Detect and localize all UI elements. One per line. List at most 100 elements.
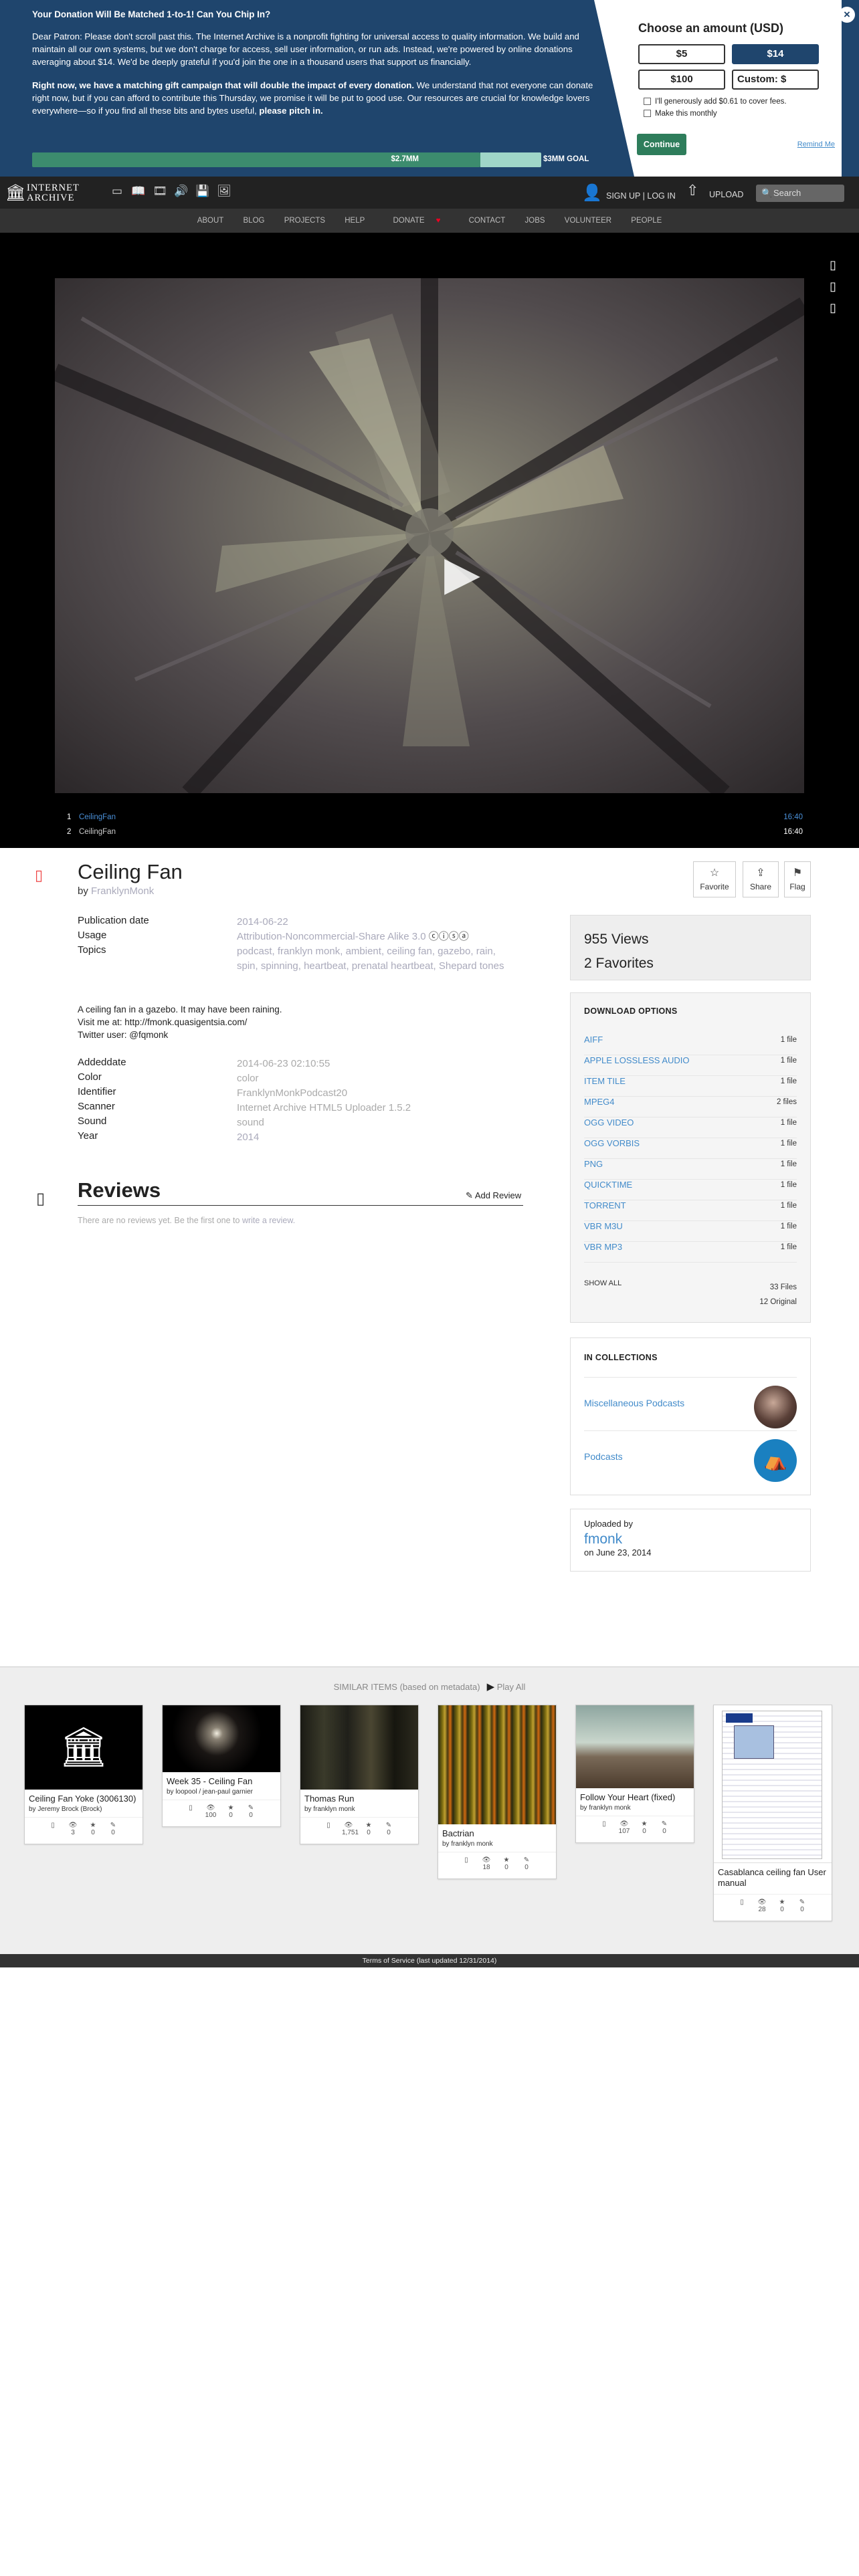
download-format-link[interactable]: QUICKTIME <box>584 1180 632 1190</box>
play-button-icon[interactable]: ▶ <box>444 546 480 601</box>
cc-license-icons[interactable]: ⓒⓘⓢⓐ <box>429 931 469 942</box>
search-input[interactable]: 🔍 Search <box>756 185 844 202</box>
download-format-link[interactable]: OGG VIDEO <box>584 1117 634 1128</box>
show-all-link[interactable]: SHOW ALL <box>584 1279 622 1287</box>
card-title[interactable]: Week 35 - Ceiling Fan <box>163 1772 280 1787</box>
download-row[interactable]: AIFF 1 file <box>584 1035 797 1055</box>
download-format-link[interactable]: VBR MP3 <box>584 1242 622 1252</box>
podcast-icon[interactable]: ⛺ <box>754 1439 797 1482</box>
subnav-people[interactable]: PEOPLE <box>631 217 662 225</box>
playlist-item[interactable]: 1 CeilingFan 16:40 <box>0 813 859 828</box>
collection-thumbnail[interactable] <box>754 1386 797 1428</box>
download-row[interactable]: TORRENT 1 file <box>584 1200 797 1221</box>
card-title[interactable]: Bactrian <box>438 1824 556 1839</box>
card-title[interactable]: Thomas Run <box>300 1790 418 1804</box>
similar-item-card[interactable]: Follow Your Heart (fixed) by franklyn mo… <box>575 1705 694 1843</box>
continue-button[interactable]: Continue <box>637 134 686 155</box>
download-format-link[interactable]: TORRENT <box>584 1200 626 1210</box>
download-format-link[interactable]: AIFF <box>584 1035 603 1045</box>
card-title[interactable]: Casablanca ceiling fan User manual <box>714 1863 832 1889</box>
heart-icon: ♥ <box>436 217 441 225</box>
subnav-about[interactable]: ABOUT <box>197 217 224 225</box>
download-row[interactable]: VBR M3U 1 file <box>584 1221 797 1242</box>
subnav-help[interactable]: HELP <box>345 217 365 225</box>
similar-item-card[interactable]: Week 35 - Ceiling Fan by loopool / jean-… <box>162 1705 281 1827</box>
remind-me-link[interactable]: Remind Me <box>797 140 835 148</box>
subnav-projects[interactable]: PROJECTS <box>284 217 325 225</box>
audio-icon[interactable]: 🔊 <box>173 185 190 199</box>
close-banner-button[interactable]: × <box>839 7 855 23</box>
license-link[interactable]: Attribution-Noncommercial-Share Alike 3.… <box>237 931 426 942</box>
similar-item-card[interactable]: Casablanca ceiling fan User manual ▯ 👁 28… <box>713 1705 832 1921</box>
fee-checkbox-row[interactable]: I'll generously add $0.61 to cover fees. <box>644 98 787 106</box>
subnav-donate[interactable]: DONATE ♥ <box>384 217 449 225</box>
download-row[interactable]: MPEG4 2 files <box>584 1097 797 1117</box>
video-player[interactable]: ▶ <box>55 278 804 793</box>
creator-link[interactable]: FranklynMonk <box>91 885 154 897</box>
favorite-button[interactable]: ☆ Favorite <box>693 861 736 897</box>
metadata-key: Scanner <box>78 1101 115 1112</box>
upload-label: UPLOAD <box>709 190 744 199</box>
download-format-link[interactable]: OGG VORBIS <box>584 1138 640 1148</box>
topics-links[interactable]: podcast, franklyn monk, ambient, ceiling… <box>237 946 504 972</box>
software-icon[interactable]: 💾 <box>194 185 211 199</box>
subnav-jobs[interactable]: JOBS <box>525 217 545 225</box>
play-all-button[interactable]: ▶ Play All <box>487 1681 526 1693</box>
download-format-link[interactable]: ITEM TILE <box>584 1076 626 1086</box>
fee-checkbox[interactable] <box>644 98 651 106</box>
amount-100-button[interactable]: $100 <box>638 70 725 90</box>
item-description: A ceiling fan in a gazebo. It may have b… <box>78 1003 282 1041</box>
playlist-item[interactable]: 2 CeilingFan 16:40 <box>0 828 859 837</box>
collection-item[interactable]: Podcasts ⛺ <box>584 1430 797 1484</box>
card-title[interactable]: Follow Your Heart (fixed) <box>576 1788 694 1803</box>
images-icon[interactable]: 🖼 <box>215 185 233 199</box>
download-row[interactable]: VBR MP3 1 file <box>584 1242 797 1263</box>
download-format-link[interactable]: MPEG4 <box>584 1097 615 1107</box>
share-button[interactable]: ⇪ Share <box>743 861 779 897</box>
subnav-volunteer[interactable]: VOLUNTEER <box>565 217 611 225</box>
collection-item[interactable]: Miscellaneous Podcasts <box>584 1377 797 1430</box>
monthly-checkbox[interactable] <box>644 110 651 118</box>
amount-5-button[interactable]: $5 <box>638 44 725 64</box>
download-format-link[interactable]: PNG <box>584 1159 603 1169</box>
reviews-divider <box>78 1205 523 1206</box>
similar-item-card[interactable]: 🏛 Ceiling Fan Yoke (3006130) by Jeremy B… <box>24 1705 143 1844</box>
download-row[interactable]: OGG VIDEO 1 file <box>584 1117 797 1138</box>
download-format-link[interactable]: VBR M3U <box>584 1221 623 1231</box>
custom-amount-input[interactable]: Custom: $ <box>732 70 819 90</box>
texts-icon[interactable]: 📖 <box>130 185 147 199</box>
download-row[interactable]: OGG VORBIS 1 file <box>584 1138 797 1159</box>
info-icon[interactable]: ▯ <box>830 297 836 318</box>
amount-14-button[interactable]: $14 <box>732 44 819 64</box>
download-row[interactable]: ITEM TILE 1 file <box>584 1076 797 1097</box>
views-count: 👁 3 <box>68 1822 78 1836</box>
video-icon[interactable]: 🎞 <box>151 185 169 199</box>
metadata-value: podcast, franklyn monk, ambient, ceiling… <box>237 944 518 974</box>
original-total[interactable]: 12 Original <box>759 1298 797 1306</box>
download-format-link[interactable]: APPLE LOSSLESS AUDIO <box>584 1055 690 1065</box>
files-total[interactable]: 33 Files <box>770 1283 797 1291</box>
publication-date-link[interactable]: 2014-06-22 <box>237 916 288 928</box>
download-row[interactable]: APPLE LOSSLESS AUDIO 1 file <box>584 1055 797 1076</box>
download-row[interactable]: PNG 1 file <box>584 1159 797 1180</box>
embed-icon[interactable]: ▯ <box>830 254 836 276</box>
subnav-contact[interactable]: CONTACT <box>469 217 506 225</box>
collection-link[interactable]: Podcasts <box>584 1451 623 1462</box>
collection-link[interactable]: Miscellaneous Podcasts <box>584 1398 684 1408</box>
add-review-button[interactable]: ✎ Add Review <box>466 1190 521 1201</box>
monthly-checkbox-row[interactable]: Make this monthly <box>644 110 717 118</box>
similar-item-card[interactable]: Thomas Run by franklyn monk ▯ 👁 1,751 ★ 0 … <box>300 1705 419 1844</box>
similar-item-card[interactable]: Bactrian by franklyn monk ▯ 👁 18 ★ 0 ✎ 0 <box>438 1705 557 1879</box>
fullscreen-icon[interactable]: ▯ <box>830 276 836 297</box>
web-icon[interactable]: ▭ <box>108 185 126 199</box>
subnav-blog[interactable]: BLOG <box>244 217 265 225</box>
download-row[interactable]: QUICKTIME 1 file <box>584 1180 797 1200</box>
signup-login-link[interactable]: SIGN UP | LOG IN <box>606 191 676 201</box>
year-link[interactable]: 2014 <box>237 1132 259 1143</box>
terms-of-service-link[interactable]: Terms of Service (last updated 12/31/201… <box>363 1957 497 1965</box>
favorites-value: 0 <box>91 1829 95 1836</box>
card-title[interactable]: Ceiling Fan Yoke (3006130) <box>25 1790 142 1804</box>
uploader-link[interactable]: fmonk <box>584 1531 797 1547</box>
write-review-link[interactable]: write a review. <box>242 1216 295 1225</box>
flag-button[interactable]: ⚑ Flag <box>784 861 811 897</box>
